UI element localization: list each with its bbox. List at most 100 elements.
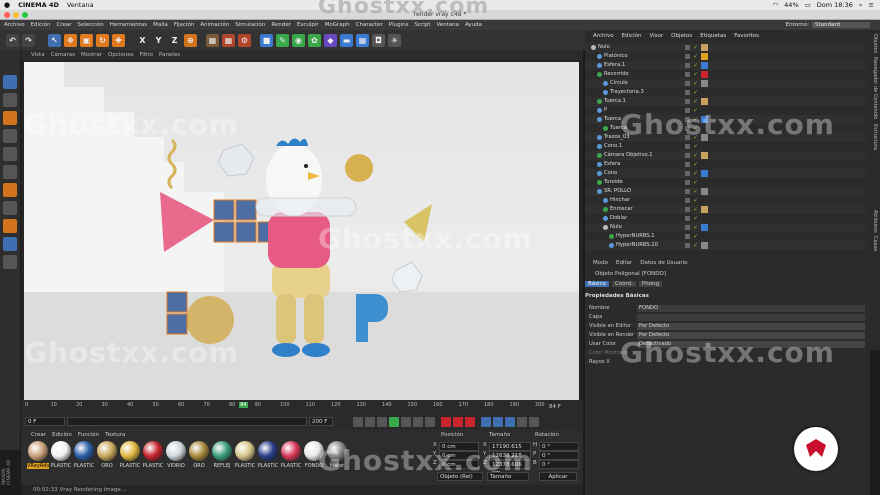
material-swatch[interactable]: PLASTIC xyxy=(73,441,95,475)
object-menu-item[interactable]: Etiquetas xyxy=(700,33,726,42)
visibility-dots[interactable] xyxy=(685,90,690,95)
material-tag-icon[interactable] xyxy=(701,44,708,51)
enabled-check-icon[interactable]: ✓ xyxy=(693,205,698,214)
rotation-field[interactable]: 0 ° xyxy=(539,460,579,469)
material-swatch[interactable]: PLASTIC xyxy=(119,441,141,475)
menu-item[interactable]: Selección xyxy=(77,22,103,28)
battery-percent[interactable]: 44% xyxy=(784,1,798,10)
rotation-field[interactable]: 0 ° xyxy=(539,442,579,451)
object-row[interactable]: Tuerca.1 ✓ xyxy=(585,97,865,106)
timeline-ruler[interactable]: 0 10 20 30 40 50 60 70 80 84 90 100 110 120 130 140 150 1… xyxy=(25,402,555,412)
visibility-dots[interactable] xyxy=(685,207,690,212)
tab-content-browser[interactable]: Navegador de Contenido xyxy=(872,57,878,119)
menu-list-icon[interactable]: ≡ xyxy=(869,1,874,10)
object-row[interactable]: Platónico ✓ xyxy=(585,52,865,61)
auto-key-button[interactable] xyxy=(453,416,463,427)
coordinate-mode-dropdown[interactable]: Objeto (Rel) xyxy=(437,472,483,481)
material-tag-icon[interactable] xyxy=(701,62,708,69)
tab-basic[interactable]: Básico xyxy=(585,281,609,287)
enabled-check-icon[interactable]: ✓ xyxy=(693,106,698,115)
viewport-menu-item[interactable]: Filtro xyxy=(140,52,153,58)
object-row[interactable]: P ✓ xyxy=(585,106,865,115)
viewport-menu-item[interactable]: Mostrar xyxy=(81,52,102,58)
go-to-end-button[interactable] xyxy=(425,416,435,427)
visibility-dots[interactable] xyxy=(685,81,690,86)
material-swatch[interactable]: PLASTIC xyxy=(50,441,72,475)
render-settings-icon[interactable]: ⚙ xyxy=(238,33,251,47)
object-name[interactable]: SR. POLLO xyxy=(604,187,631,196)
material-menu-item[interactable]: Edición xyxy=(52,432,72,438)
menu-item[interactable]: MoGraph xyxy=(325,22,350,28)
position-field[interactable]: 0 cm xyxy=(439,460,479,469)
tab-coord[interactable]: Coord. xyxy=(611,281,636,287)
enabled-check-icon[interactable]: ✓ xyxy=(693,241,698,250)
render-picture-viewer-icon[interactable]: ▦ xyxy=(222,33,235,47)
enabled-check-icon[interactable]: ✓ xyxy=(693,124,698,133)
floor-icon[interactable]: ▬ xyxy=(340,33,353,47)
viewport-menu-item[interactable]: Cámaras xyxy=(51,52,75,58)
menu-item[interactable]: Herramientas xyxy=(110,22,147,28)
size-field[interactable]: 12378.606 cm xyxy=(489,460,531,476)
spline-pen-icon[interactable]: ✎ xyxy=(276,33,289,47)
object-row[interactable]: HyperNURBS.10 ✓ xyxy=(585,241,865,250)
recent-tool-icon[interactable]: ✚ xyxy=(112,33,125,47)
object-row[interactable]: Trazos_03 ✓ xyxy=(585,133,865,142)
record-button[interactable] xyxy=(441,416,451,427)
object-name[interactable]: Nulo xyxy=(610,223,622,232)
material-tag-icon[interactable] xyxy=(701,224,708,231)
menu-item[interactable]: Ventana xyxy=(436,22,459,28)
enabled-check-icon[interactable]: ✓ xyxy=(693,178,698,187)
object-menu-item[interactable]: Favoritos xyxy=(734,33,759,42)
object-row[interactable]: Nulo ✓ xyxy=(585,43,865,52)
menu-item[interactable]: Esculpir xyxy=(297,22,319,28)
object-row[interactable]: Círculo ✓ xyxy=(585,79,865,88)
snap-icon[interactable] xyxy=(3,219,17,233)
size-field[interactable]: 12638.218 cm xyxy=(489,451,531,467)
rotation-field[interactable]: 0 ° xyxy=(539,451,579,460)
visibility-dots[interactable] xyxy=(685,153,690,158)
play-button[interactable] xyxy=(389,416,399,427)
object-name[interactable]: Doblar xyxy=(610,214,627,223)
object-name[interactable]: Platónico xyxy=(604,52,628,61)
edges-mode-icon[interactable] xyxy=(3,147,17,161)
enabled-check-icon[interactable]: ✓ xyxy=(693,142,698,151)
array-icon[interactable]: ✿ xyxy=(308,33,321,47)
move-icon[interactable]: ✥ xyxy=(64,33,77,47)
object-row[interactable]: Tuerca ✓ xyxy=(585,115,865,124)
material-swatch[interactable]: PLASTIC xyxy=(257,441,279,475)
model-mode-icon[interactable] xyxy=(3,75,17,89)
render-view-icon[interactable]: ▦ xyxy=(206,33,219,47)
viewport-menu-item[interactable]: Vista xyxy=(31,52,45,58)
menu-item[interactable]: Plugins xyxy=(389,22,409,28)
material-swatch[interactable]: PLASTIC xyxy=(142,441,164,475)
previous-key-button[interactable] xyxy=(365,416,375,427)
enabled-check-icon[interactable]: ✓ xyxy=(693,214,698,223)
material-tag-icon[interactable] xyxy=(701,134,708,141)
visibility-dots[interactable] xyxy=(685,216,690,221)
object-row[interactable]: Esfera.1 ✓ xyxy=(585,61,865,70)
object-row[interactable]: HyperNURBS.1 ✓ xyxy=(585,232,865,241)
planar-workplane-icon[interactable] xyxy=(3,255,17,269)
enabled-check-icon[interactable]: ✓ xyxy=(693,223,698,232)
menu-item[interactable]: Fijación xyxy=(174,22,195,28)
enabled-check-icon[interactable]: ✓ xyxy=(693,196,698,205)
visibility-dots[interactable] xyxy=(685,126,690,131)
material-swatch[interactable]: ORO xyxy=(96,441,118,475)
object-name[interactable]: Círculo xyxy=(610,79,628,88)
material-tag-icon[interactable] xyxy=(701,71,708,78)
mac-clock[interactable]: Dom 18:36 xyxy=(817,1,853,10)
object-menu-item[interactable]: Edición xyxy=(622,33,642,42)
grid-icon[interactable]: ▦ xyxy=(356,33,369,47)
rendered-scene[interactable] xyxy=(24,62,579,400)
minimize-window-button[interactable] xyxy=(13,12,19,18)
menu-item[interactable]: Script xyxy=(415,22,431,28)
visibility-dots[interactable] xyxy=(685,72,690,77)
material-tag-icon[interactable] xyxy=(701,242,708,249)
material-menu-item[interactable]: Crear xyxy=(31,432,46,438)
subdivision-icon[interactable]: ◉ xyxy=(292,33,305,47)
visibility-dots[interactable] xyxy=(685,225,690,230)
object-name[interactable]: Toroide xyxy=(604,178,623,187)
end-frame-field[interactable]: 200 F xyxy=(309,417,333,426)
visibility-dots[interactable] xyxy=(685,198,690,203)
object-name[interactable]: Enroscar xyxy=(610,205,633,214)
